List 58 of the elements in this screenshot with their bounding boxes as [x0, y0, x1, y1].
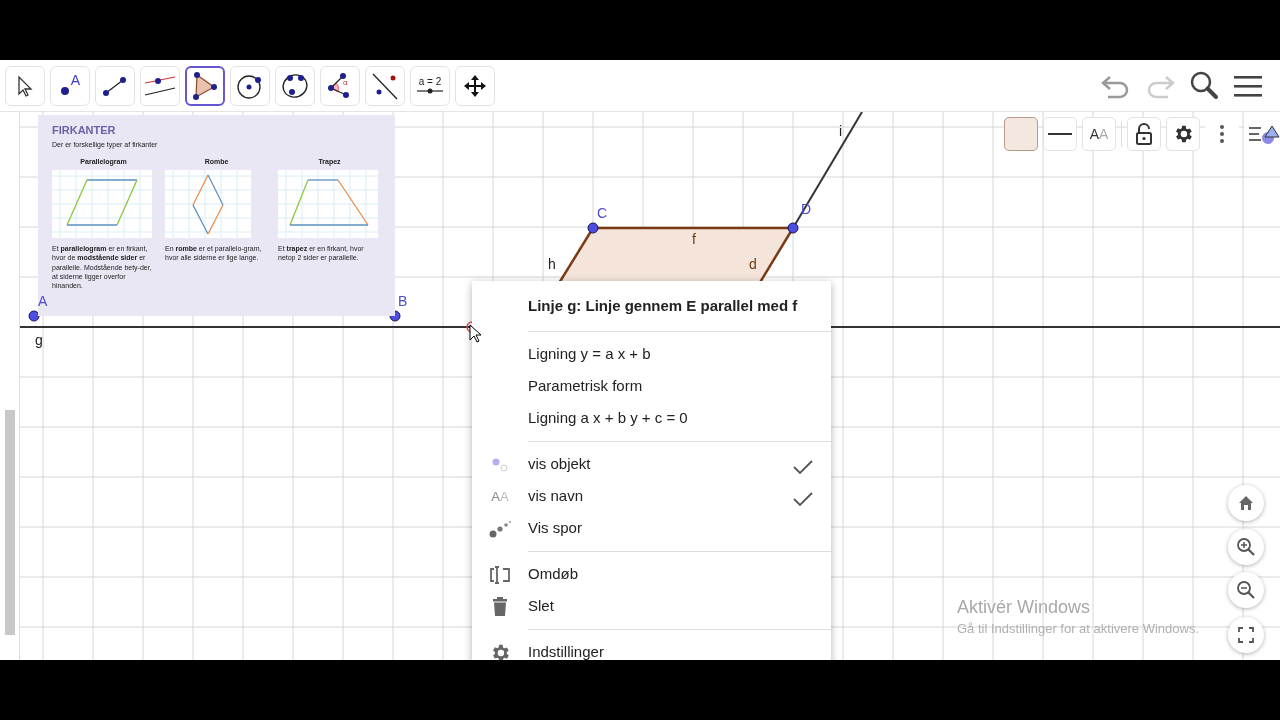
solid-line-icon: [1048, 132, 1072, 136]
settings-icon[interactable]: [1166, 117, 1200, 151]
segment-tool-icon[interactable]: [95, 65, 135, 106]
menu-item-label: Ligning y = a x + b: [528, 344, 652, 365]
menu-item-label: vis objekt: [528, 454, 592, 475]
point-label: C: [597, 206, 608, 220]
menu-item[interactable]: Omdøb: [472, 558, 831, 591]
scrollbar[interactable]: [5, 410, 15, 635]
line-label: f: [692, 232, 696, 246]
text-style-button[interactable]: AA: [1082, 117, 1116, 151]
fill-color-button[interactable]: [1004, 117, 1038, 151]
point[interactable]: [28, 310, 40, 322]
menu-item-label: Ligning a x + b y + c = 0: [528, 408, 689, 429]
activation-text: Gå til Indstillinger for at aktivere Windows.: [957, 620, 1200, 638]
trace-icon: [488, 518, 512, 539]
fullscreen-icon[interactable]: [1228, 617, 1264, 653]
circle-tool-icon[interactable]: [230, 65, 270, 106]
slider-tool-icon[interactable]: a = 2: [410, 65, 450, 106]
menu-item-label: Indstillinger: [528, 642, 605, 660]
menu-item[interactable]: vis objekt: [472, 448, 831, 481]
line-label: i: [839, 124, 843, 138]
line-label: h: [548, 257, 556, 271]
menu-item-label: Slet: [528, 596, 555, 617]
menu-title: Linje g: Linje gennem E parallel med f: [527, 296, 799, 316]
point[interactable]: [787, 222, 799, 234]
rename-icon: [489, 564, 511, 585]
point-tool-icon[interactable]: A: [50, 65, 90, 106]
menu-item[interactable]: Indstillinger: [472, 636, 831, 660]
angle-tool-icon[interactable]: α: [320, 65, 360, 106]
card-title: FIRKANTER: [52, 123, 117, 138]
menu-item-label: Vis spor: [528, 518, 583, 539]
menu-item[interactable]: AA vis navn: [472, 480, 831, 513]
zoom-in-icon[interactable]: [1228, 529, 1264, 565]
zoom-out-icon[interactable]: [1228, 572, 1264, 608]
menu-item[interactable]: Slet: [472, 590, 831, 623]
menu-item[interactable]: Ligning y = a x + b: [472, 338, 831, 371]
activation-title: Aktivér Windows: [957, 596, 1091, 619]
menu-item[interactable]: Ligning a x + b y + c = 0: [472, 402, 831, 435]
parallel-lines-icon[interactable]: [140, 65, 180, 106]
point[interactable]: [587, 222, 599, 234]
line-label: d: [749, 257, 757, 271]
point-label: B: [398, 294, 408, 308]
ellipse-tool-icon[interactable]: [275, 65, 315, 106]
line-label: g: [35, 333, 43, 347]
menu-item[interactable]: Vis spor: [472, 512, 831, 545]
menu-item-label: vis navn: [528, 486, 585, 507]
menu-item-label: Parametrisk form: [528, 376, 644, 397]
lock-icon[interactable]: [1127, 117, 1161, 151]
polygon-tool-icon[interactable]: [185, 65, 225, 106]
trash-icon: [492, 596, 508, 617]
line-style-button[interactable]: [1043, 117, 1077, 151]
reflect-tool-icon[interactable]: [365, 65, 405, 106]
menu-item-label: Omdøb: [528, 564, 579, 585]
show-label-icon: AA: [491, 486, 509, 507]
menu-item[interactable]: Parametrisk form: [472, 370, 831, 403]
home-icon[interactable]: [1228, 485, 1264, 521]
point-label: A: [38, 294, 48, 308]
move-arrows-icon[interactable]: [455, 65, 495, 106]
